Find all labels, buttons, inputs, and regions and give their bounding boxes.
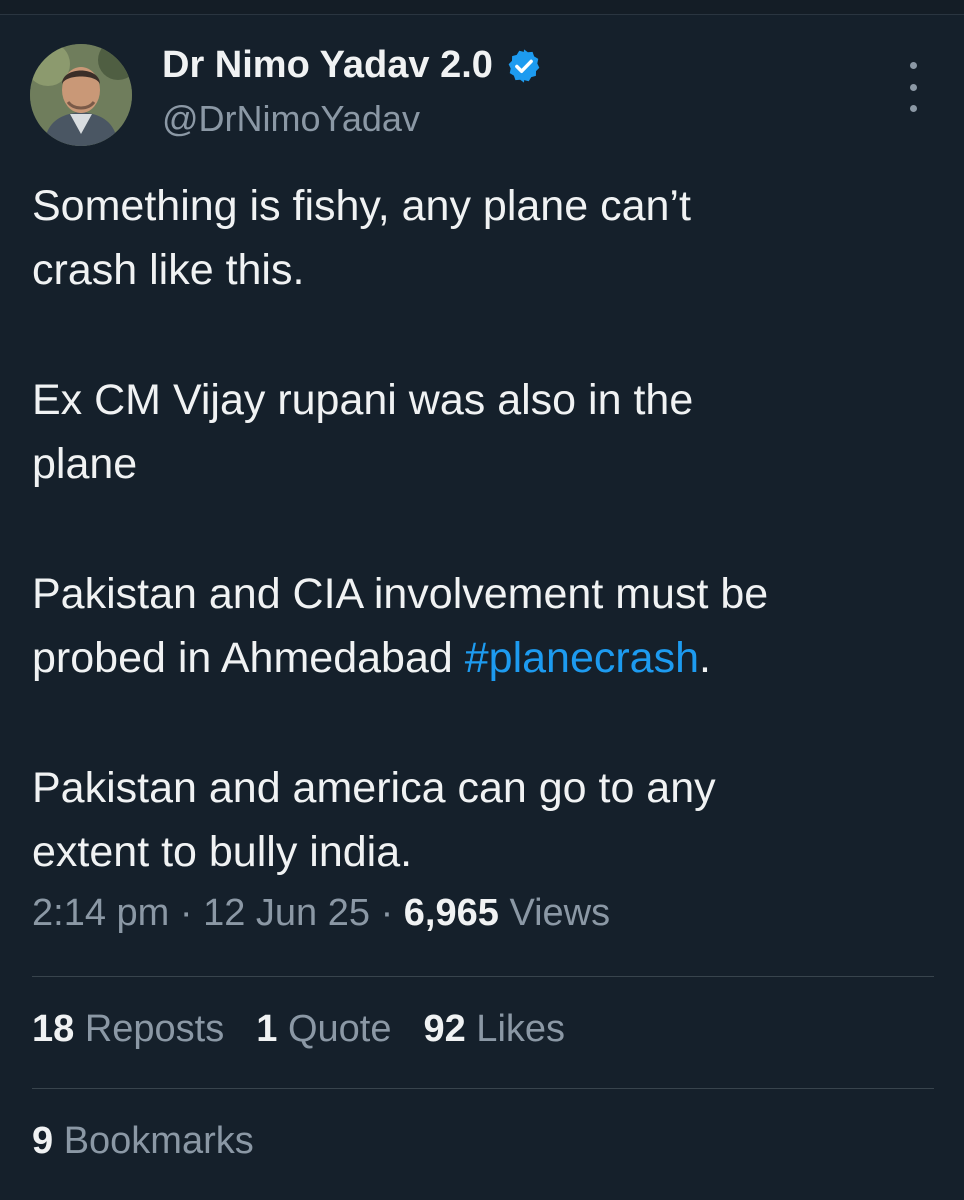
author-handle[interactable]: @DrNimoYadav xyxy=(162,98,420,140)
divider xyxy=(32,976,934,977)
quotes-label: Quote xyxy=(277,1008,392,1050)
reposts-stat[interactable]: 18 Reposts xyxy=(32,1008,224,1051)
views-count: 6,965 xyxy=(403,892,499,934)
quotes-count: 1 xyxy=(256,1008,278,1050)
meta-separator: · xyxy=(169,892,204,934)
likes-count: 92 xyxy=(423,1008,466,1050)
likes-stat[interactable]: 92 Likes xyxy=(423,1008,565,1051)
likes-label: Likes xyxy=(465,1008,566,1050)
more-options-icon[interactable] xyxy=(900,62,926,112)
top-border xyxy=(0,0,964,15)
tweet-text-segment: probed in Ahmedabad xyxy=(32,634,465,682)
tweet-line: Ex CM Vijay rupani was also in the xyxy=(32,376,694,424)
tweet-date[interactable]: 12 Jun 25 xyxy=(203,892,370,934)
tweet-text: Something is fishy, any plane can’t cras… xyxy=(32,174,932,884)
tweet-paragraph-3: Pakistan and CIA involvement must be pro… xyxy=(32,562,932,690)
tweet-text-segment: . xyxy=(699,634,711,682)
tweet-line: crash like this. xyxy=(32,246,305,294)
tweet-time[interactable]: 2:14 pm xyxy=(32,892,169,934)
tweet-line: extent to bully india. xyxy=(32,828,413,876)
tweet-line: Something is fishy, any plane can’t xyxy=(32,182,691,230)
tweet-paragraph-4: Pakistan and america can go to any exten… xyxy=(32,756,932,884)
tweet-meta: 2:14 pm · 12 Jun 25 · 6,965 Views xyxy=(32,892,610,935)
meta-separator: · xyxy=(370,892,404,934)
author-display-name[interactable]: Dr Nimo Yadav 2.0 xyxy=(162,44,543,87)
views-label: Views xyxy=(498,892,611,934)
tweet-paragraph-1: Something is fishy, any plane can’t cras… xyxy=(32,174,932,302)
verified-badge-icon xyxy=(508,48,540,83)
avatar[interactable] xyxy=(30,44,132,146)
quotes-stat[interactable]: 1 Quote xyxy=(256,1008,391,1051)
avatar-photo xyxy=(30,44,132,146)
bookmarks-stat[interactable]: 9 Bookmarks xyxy=(32,1120,254,1163)
reposts-label: Reposts xyxy=(74,1008,225,1050)
tweet-line: probed in Ahmedabad #planecrash. xyxy=(32,626,932,690)
tweet-line: plane xyxy=(32,440,138,488)
bookmarks-label: Bookmarks xyxy=(53,1120,254,1162)
engagement-stats: 18 Reposts 1 Quote 92 Likes xyxy=(32,1008,565,1051)
tweet-line: Pakistan and CIA involvement must be xyxy=(32,570,769,618)
divider xyxy=(32,1088,934,1089)
bookmarks-count: 9 xyxy=(32,1120,54,1162)
reposts-count: 18 xyxy=(32,1008,75,1050)
hashtag-link[interactable]: #planecrash xyxy=(465,634,699,682)
tweet-line: Pakistan and america can go to any xyxy=(32,764,716,812)
author-name-text: Dr Nimo Yadav 2.0 xyxy=(162,44,493,86)
tweet-paragraph-2: Ex CM Vijay rupani was also in the plane xyxy=(32,368,932,496)
